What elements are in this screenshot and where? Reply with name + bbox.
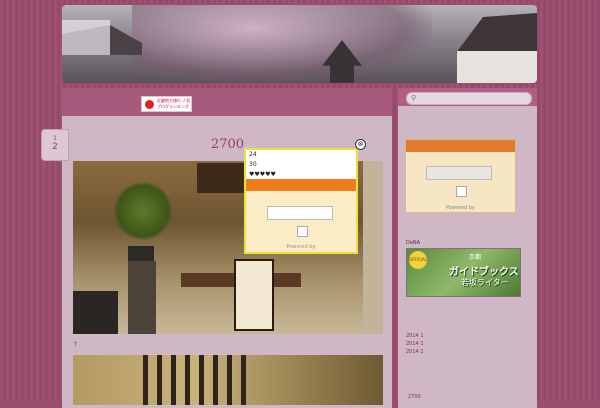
close-icon[interactable]: ⊗ xyxy=(355,139,366,150)
archive-link[interactable]: 2014 1 xyxy=(406,349,424,355)
potted-plant xyxy=(113,181,173,241)
widget-header-bar xyxy=(406,140,515,152)
popup-input[interactable] xyxy=(267,206,333,220)
post-day: 2 xyxy=(52,142,58,152)
chair xyxy=(73,291,118,334)
guide-subtitle: 若坂ライター xyxy=(461,278,509,287)
guide-title: ガイドブックス xyxy=(449,267,519,278)
archive-link[interactable]: 2014 1 xyxy=(406,333,424,339)
official-seal-icon: OFFICIAL xyxy=(409,251,427,269)
photo-caption: ↑ xyxy=(73,341,79,348)
building xyxy=(457,51,537,83)
glass-door xyxy=(363,161,383,334)
widget-powered-by: Powered by xyxy=(446,205,475,211)
cherry-tree xyxy=(132,5,432,83)
sidebar-footer-link[interactable]: 2700 xyxy=(408,394,421,400)
rating-popup: 24 30 ♥♥♥♥♥ Powered by xyxy=(244,148,358,254)
lattice-slat xyxy=(213,355,218,405)
guide-kanji: 京都 xyxy=(469,254,482,261)
ranking-banner-text: 近畿地方旅行 人気ブログランキング xyxy=(157,98,191,109)
widget-input[interactable] xyxy=(426,166,492,180)
popup-checkbox[interactable] xyxy=(297,226,308,237)
popup-line-2: 30 xyxy=(249,161,257,168)
archive-link[interactable]: 2014 1 xyxy=(406,341,424,347)
post-photo-lattice[interactable] xyxy=(73,355,383,405)
post-date: 1 2 xyxy=(41,129,69,161)
lattice-slat xyxy=(241,355,246,405)
search-icon: ⚲ xyxy=(411,94,417,102)
lattice-slat xyxy=(227,355,232,405)
stone-pillar xyxy=(128,261,156,334)
lattice-slat xyxy=(199,355,204,405)
guide-heading: DeNA xyxy=(406,240,421,246)
header-image xyxy=(62,5,537,83)
lattice-slat xyxy=(171,355,176,405)
popup-line-1: 24 xyxy=(249,151,257,158)
widget-checkbox[interactable] xyxy=(456,186,467,197)
post-month: 1 xyxy=(53,135,57,142)
lattice-slat xyxy=(185,355,190,405)
header-glare xyxy=(62,20,110,55)
sidebar-widget: Powered by xyxy=(405,139,516,213)
ranking-banner[interactable]: 近畿地方旅行 人気ブログランキング xyxy=(141,96,192,112)
guidebook-banner[interactable]: OFFICIAL 京都 ガイドブックス 若坂ライター xyxy=(406,248,521,297)
lattice-slat xyxy=(157,355,162,405)
main-topbar xyxy=(62,88,392,116)
popup-body: Powered by xyxy=(246,191,356,252)
roof-right xyxy=(456,13,537,53)
search-input[interactable]: ⚲ xyxy=(406,92,532,105)
paper-lantern xyxy=(234,259,274,331)
ranking-logo-icon xyxy=(145,99,154,109)
popup-header-bar xyxy=(246,179,356,191)
popup-powered-by: Powered by xyxy=(286,244,316,250)
lattice-slat xyxy=(143,355,148,405)
